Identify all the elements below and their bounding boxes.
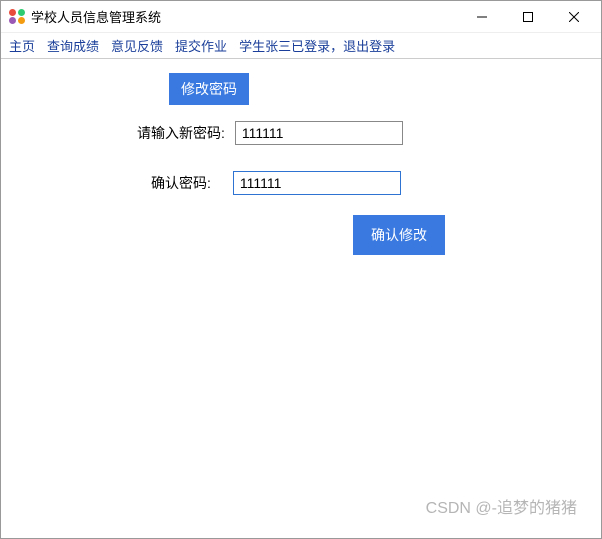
menu-submit-homework[interactable]: 提交作业: [175, 36, 227, 55]
confirm-password-row: 确认密码:: [151, 171, 401, 195]
window-controls: [459, 1, 597, 32]
confirm-change-button[interactable]: 确认修改: [353, 215, 445, 255]
maximize-button[interactable]: [505, 1, 551, 32]
maximize-icon: [523, 12, 533, 22]
confirm-password-input[interactable]: [233, 171, 401, 195]
window-title: 学校人员信息管理系统: [31, 7, 161, 26]
new-password-row: 请输入新密码:: [137, 121, 403, 145]
menu-feedback[interactable]: 意见反馈: [111, 36, 163, 55]
new-password-label: 请输入新密码:: [137, 123, 225, 143]
menu-home[interactable]: 主页: [9, 36, 35, 55]
confirm-password-label: 确认密码:: [151, 173, 211, 193]
titlebar: 学校人员信息管理系统: [1, 1, 601, 33]
minimize-icon: [477, 12, 487, 22]
menu-query-grades[interactable]: 查询成绩: [47, 36, 99, 55]
app-icon: [9, 9, 25, 25]
content-area: 修改密码 请输入新密码: 确认密码: 确认修改 CSDN @-追梦的猪猪: [1, 59, 601, 538]
new-password-input[interactable]: [235, 121, 403, 145]
change-password-header[interactable]: 修改密码: [169, 73, 249, 105]
watermark: CSDN @-追梦的猪猪: [426, 494, 577, 518]
menubar: 主页 查询成绩 意见反馈 提交作业 学生张三已登录，退出登录: [1, 33, 601, 59]
close-button[interactable]: [551, 1, 597, 32]
menu-login-status[interactable]: 学生张三已登录，退出登录: [239, 36, 395, 55]
minimize-button[interactable]: [459, 1, 505, 32]
close-icon: [569, 12, 579, 22]
app-window: 学校人员信息管理系统 主页 查询成绩 意见反馈 提交作业 学生张三已登录，退出登…: [0, 0, 602, 539]
